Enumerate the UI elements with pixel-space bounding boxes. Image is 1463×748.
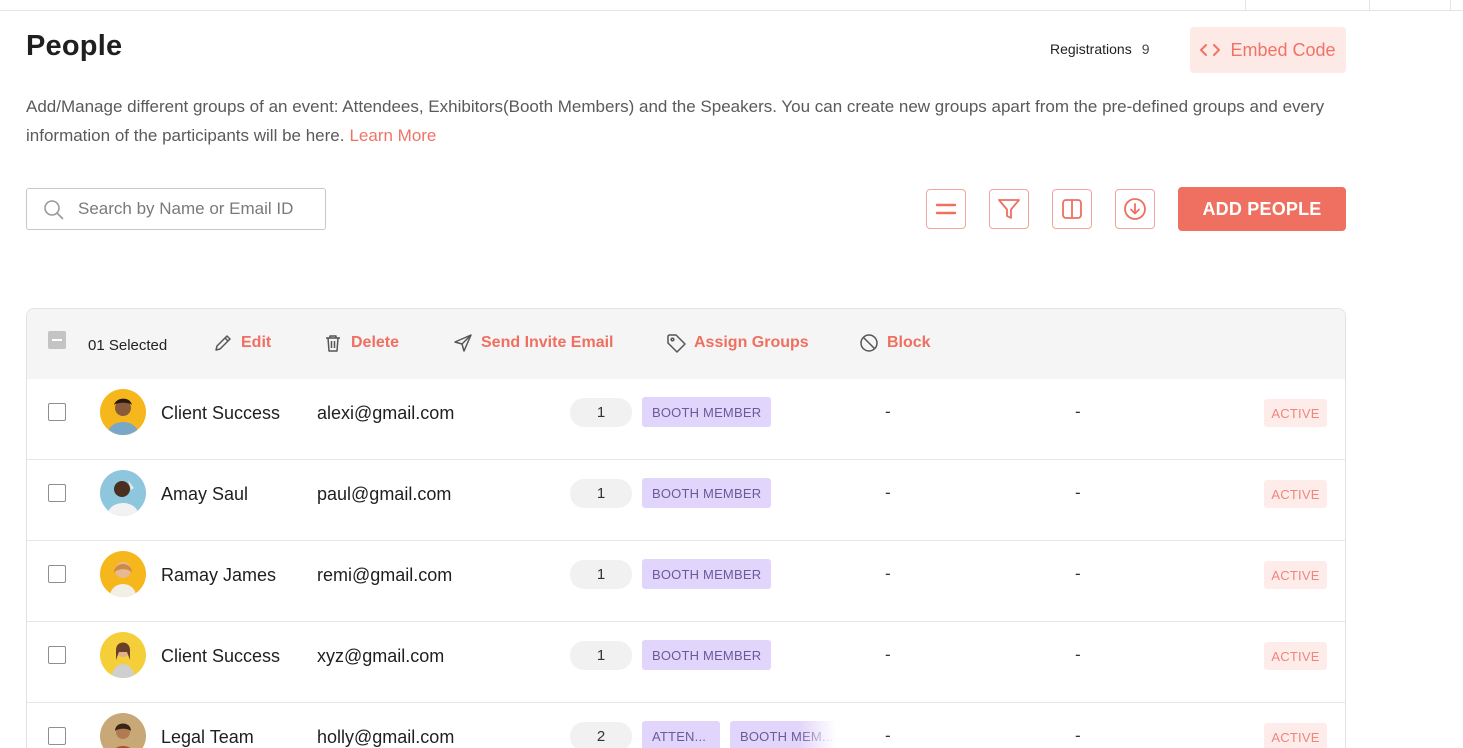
block-action[interactable]: Block (859, 333, 931, 353)
table-row[interactable]: Amay Saul paul@gmail.com 1 BOOTH MEMBER … (27, 460, 1345, 541)
person-name: Ramay James (161, 565, 277, 585)
person-email: paul@gmail.com (317, 484, 452, 504)
table-row[interactable]: Legal Team holly@gmail.com 2 ATTEN... BO… (27, 703, 1345, 748)
person-email: holly@gmail.com (317, 727, 455, 747)
columns-icon (1062, 199, 1082, 219)
status-badge: ACTIVE (1264, 399, 1327, 427)
row-checkbox[interactable] (48, 565, 66, 583)
embed-code-label: Embed Code (1230, 39, 1336, 60)
row-checkbox[interactable] (48, 727, 66, 745)
row-checkbox[interactable] (48, 646, 66, 664)
top-divider (1245, 0, 1246, 10)
group-tag: BOOTH MEMBER (642, 478, 772, 508)
group-count: 1 (570, 560, 632, 589)
top-divider (1369, 0, 1370, 10)
row-checkbox[interactable] (48, 484, 66, 502)
bulk-action-bar: 01 Selected Edit Delete Send Invite Emai… (27, 309, 1345, 379)
registrations-label: Registrations (1050, 41, 1132, 57)
avatar (100, 713, 146, 748)
group-count: 1 (570, 398, 632, 427)
people-table: 01 Selected Edit Delete Send Invite Emai… (26, 308, 1346, 748)
sort-button[interactable] (926, 189, 966, 229)
pencil-icon (215, 335, 231, 351)
top-border (0, 10, 1463, 11)
person-name: Legal Team (161, 727, 254, 747)
registrations-summary: Registrations 9 (1050, 41, 1150, 57)
group-count: 1 (570, 641, 632, 670)
cell-value: - (885, 564, 891, 583)
edit-label: Edit (241, 334, 272, 351)
learn-more-link[interactable]: Learn More (349, 126, 436, 145)
columns-button[interactable] (1052, 189, 1092, 229)
status-badge: ACTIVE (1264, 642, 1327, 670)
description-text: Add/Manage different groups of an event:… (26, 97, 1325, 145)
registrations-count: 9 (1141, 41, 1150, 57)
person-email: alexi@gmail.com (317, 403, 455, 423)
filter-icon (998, 199, 1020, 219)
top-divider (1450, 0, 1451, 10)
status-badge: ACTIVE (1264, 561, 1327, 589)
assign-groups-label: Assign Groups (694, 334, 809, 351)
cell-value: - (885, 645, 891, 664)
search-input[interactable] (78, 199, 318, 219)
block-label: Block (887, 334, 931, 351)
delete-action[interactable]: Delete (323, 333, 399, 353)
avatar (100, 551, 146, 597)
equals-icon (935, 203, 957, 215)
page-description: Add/Manage different groups of an event:… (26, 92, 1346, 150)
person-email: xyz@gmail.com (317, 646, 445, 666)
edit-action[interactable]: Edit (213, 333, 271, 353)
block-icon (860, 334, 878, 352)
cell-value: - (1075, 726, 1081, 745)
select-all-checkbox[interactable] (48, 331, 66, 349)
cell-value: - (1075, 645, 1081, 664)
group-tag: ATTEN... (642, 721, 720, 748)
table-row[interactable]: Client Success alexi@gmail.com 1 BOOTH M… (27, 379, 1345, 460)
person-name: Client Success (161, 403, 281, 423)
selected-count: 01 Selected (88, 337, 168, 354)
add-people-button[interactable]: ADD PEOPLE (1178, 187, 1346, 231)
embed-code-button[interactable]: Embed Code (1190, 27, 1346, 73)
send-invite-label: Send Invite Email (481, 334, 614, 351)
cell-value: - (1075, 483, 1081, 502)
cell-value: - (885, 402, 891, 421)
download-button[interactable] (1115, 189, 1155, 229)
status-badge: ACTIVE (1264, 723, 1327, 748)
delete-label: Delete (351, 334, 400, 351)
cell-value: - (1075, 402, 1081, 421)
table-row[interactable]: Client Success xyz@gmail.com 1 BOOTH MEM… (27, 622, 1345, 703)
filter-button[interactable] (989, 189, 1029, 229)
cell-value: - (885, 726, 891, 745)
code-icon (1200, 44, 1221, 56)
table-row[interactable]: Ramay James remi@gmail.com 1 BOOTH MEMBE… (27, 541, 1345, 622)
avatar (100, 632, 146, 678)
group-count: 2 (570, 722, 632, 748)
page-title: People (26, 30, 123, 62)
cell-value: - (885, 483, 891, 502)
download-icon (1124, 198, 1146, 220)
search-icon (44, 199, 64, 219)
search-box[interactable] (26, 188, 326, 230)
group-count: 1 (570, 479, 632, 508)
avatar (100, 389, 146, 435)
send-invite-action[interactable]: Send Invite Email (453, 333, 613, 353)
group-tag: BOOTH MEMBER (642, 397, 772, 427)
group-tag: BOOTH MEMBER (642, 640, 772, 670)
send-icon (454, 334, 472, 352)
avatar (100, 470, 146, 516)
person-name: Amay Saul (161, 484, 249, 504)
group-tag: BOOTH MEM... (730, 721, 836, 748)
row-checkbox[interactable] (48, 403, 66, 421)
trash-icon (326, 335, 340, 352)
person-email: remi@gmail.com (317, 565, 453, 585)
tag-icon (667, 334, 686, 353)
group-tag: BOOTH MEMBER (642, 559, 772, 589)
assign-groups-action[interactable]: Assign Groups (666, 333, 809, 353)
status-badge: ACTIVE (1264, 480, 1327, 508)
cell-value: - (1075, 564, 1081, 583)
person-name: Client Success (161, 646, 281, 666)
